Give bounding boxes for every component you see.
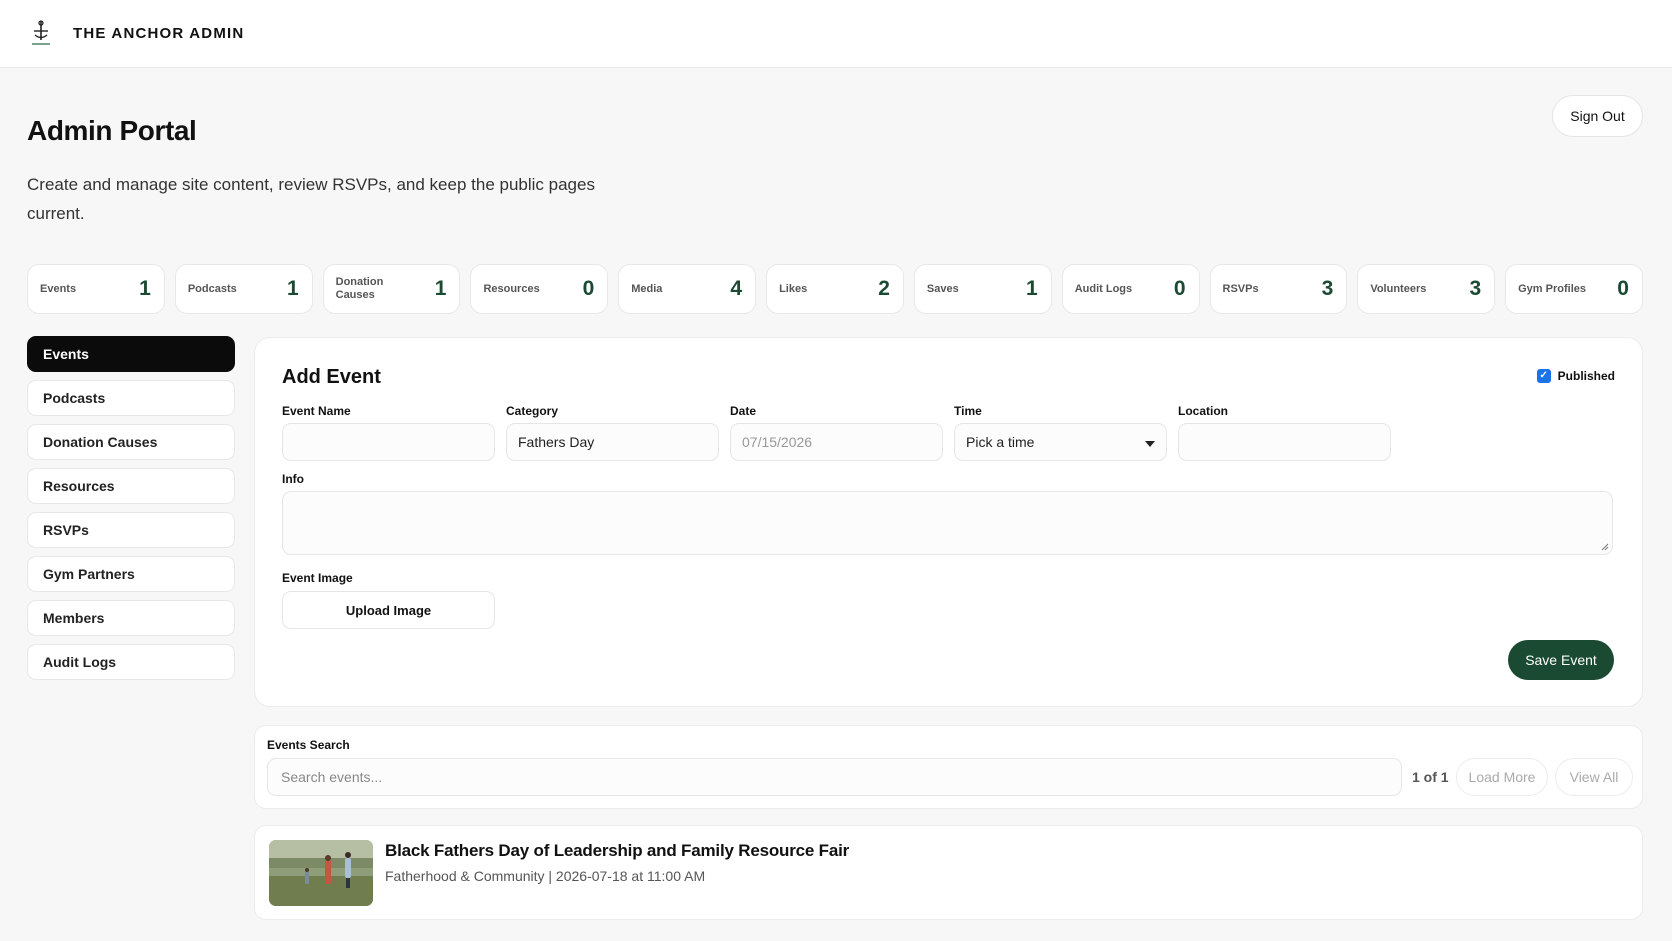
- stat-label: RSVPs: [1222, 282, 1259, 295]
- sidebar-nav: Events Podcasts Donation Causes Resource…: [27, 336, 235, 688]
- info-label: Info: [282, 472, 304, 486]
- stat-value: 4: [730, 277, 743, 300]
- published-toggle[interactable]: ✓ Published: [1536, 369, 1615, 383]
- time-label: Time: [954, 404, 982, 418]
- events-search-input[interactable]: Search events...: [267, 758, 1402, 796]
- location-label: Location: [1178, 404, 1228, 418]
- event-name-input[interactable]: [282, 423, 495, 461]
- stat-card-donation-causes: Donation Causes 1: [322, 264, 461, 314]
- events-search-label: Events Search: [267, 738, 350, 752]
- top-bar: THE ANCHOR ADMIN: [0, 0, 1672, 68]
- stat-value: 1: [286, 277, 299, 300]
- stat-label: Audit Logs: [1074, 282, 1133, 295]
- save-event-button[interactable]: Save Event: [1508, 640, 1614, 680]
- sidebar-item-gym-partners[interactable]: Gym Partners: [27, 556, 235, 592]
- published-checkbox[interactable]: ✓: [1536, 369, 1551, 383]
- stat-card-saves: Saves 1: [913, 264, 1052, 314]
- info-textarea[interactable]: [282, 491, 1613, 555]
- stat-value: 1: [1026, 277, 1038, 300]
- stat-label: Donation Causes: [335, 276, 384, 301]
- stat-card-rsvps: RSVPs 3: [1209, 264, 1348, 314]
- stat-value: 0: [1617, 277, 1629, 300]
- sidebar-item-audit-logs[interactable]: Audit Logs: [27, 644, 235, 680]
- category-input[interactable]: Fathers Day: [506, 423, 719, 461]
- stat-card-likes: Likes 2: [766, 264, 904, 314]
- sidebar-item-donation-causes[interactable]: Donation Causes: [27, 424, 235, 460]
- sign-out-button[interactable]: Sign Out: [1552, 95, 1643, 137]
- stat-value: 1: [434, 277, 447, 300]
- time-select-value: Pick a time: [966, 434, 1035, 450]
- brand-name: THE ANCHOR ADMIN: [73, 25, 245, 42]
- stat-card-gym-profiles: Gym Profiles 0: [1505, 264, 1643, 314]
- stat-label: Resources: [483, 282, 540, 295]
- event-title[interactable]: Black Fathers Day of Leadership and Fami…: [385, 841, 849, 861]
- stat-card-resources: Resources 0: [470, 264, 609, 314]
- event-name-label: Event Name: [282, 404, 351, 418]
- stat-label: Gym Profiles: [1518, 282, 1586, 295]
- upload-image-button[interactable]: Upload Image: [282, 591, 495, 629]
- stat-card-media: Media 4: [618, 264, 757, 314]
- page-count: 1 of 1: [1412, 769, 1449, 785]
- page-subtitle: Create and manage site content, review R…: [27, 175, 595, 223]
- event-image-label: Event Image: [282, 571, 353, 585]
- event-list-item[interactable]: Black Fathers Day of Leadership and Fami…: [254, 825, 1643, 920]
- view-all-button[interactable]: View All: [1555, 758, 1633, 796]
- stat-value: 1: [139, 277, 151, 300]
- stat-label: Events: [40, 282, 77, 295]
- sidebar-item-events[interactable]: Events: [27, 336, 235, 372]
- stat-label: Podcasts: [187, 282, 237, 295]
- sidebar-item-rsvps[interactable]: RSVPs: [27, 512, 235, 548]
- page-title: Admin Portal: [27, 115, 197, 146]
- sidebar-item-members[interactable]: Members: [27, 600, 235, 636]
- sidebar-item-resources[interactable]: Resources: [27, 468, 235, 504]
- stat-label: Likes: [779, 282, 808, 295]
- category-label: Category: [506, 404, 559, 418]
- event-meta: Fatherhood & Community | 2026-07-18 at 1…: [385, 868, 706, 884]
- anchor-logo-icon[interactable]: [26, 18, 56, 48]
- event-thumbnail-image: [269, 840, 373, 906]
- stat-card-audit-logs: Audit Logs 0: [1061, 264, 1200, 314]
- events-search-card: Events Search Search events... 1 of 1 Lo…: [254, 725, 1643, 809]
- caret-down-icon: [1145, 441, 1155, 447]
- stat-label: Saves: [926, 282, 959, 295]
- stat-value: 3: [1321, 277, 1334, 300]
- stat-value: 0: [582, 277, 595, 300]
- stat-value: 0: [1173, 277, 1186, 300]
- add-event-card: Add Event ✓ Published Event Name Categor…: [254, 337, 1643, 707]
- time-select[interactable]: Pick a time: [954, 423, 1167, 461]
- stat-card-volunteers: Volunteers 3: [1357, 264, 1496, 314]
- date-label: Date: [730, 404, 757, 418]
- form-title: Add Event: [282, 366, 381, 388]
- date-input[interactable]: 07/15/2026: [730, 423, 943, 461]
- resize-handle-icon[interactable]: [1600, 542, 1609, 551]
- published-label: Published: [1557, 369, 1615, 383]
- stat-label: Media: [631, 282, 663, 295]
- load-more-button[interactable]: Load More: [1456, 758, 1548, 796]
- stat-value: 3: [1469, 277, 1482, 300]
- sidebar-item-podcasts[interactable]: Podcasts: [27, 380, 235, 416]
- stat-card-podcasts: Podcasts 1: [174, 264, 313, 314]
- location-input[interactable]: [1178, 423, 1391, 461]
- stat-value: 2: [878, 277, 890, 300]
- stats-row: Events 1 Podcasts 1 Donation Causes 1 Resou…: [27, 264, 1643, 314]
- stat-label: Volunteers: [1370, 282, 1427, 295]
- stat-card-events: Events 1: [27, 264, 165, 314]
